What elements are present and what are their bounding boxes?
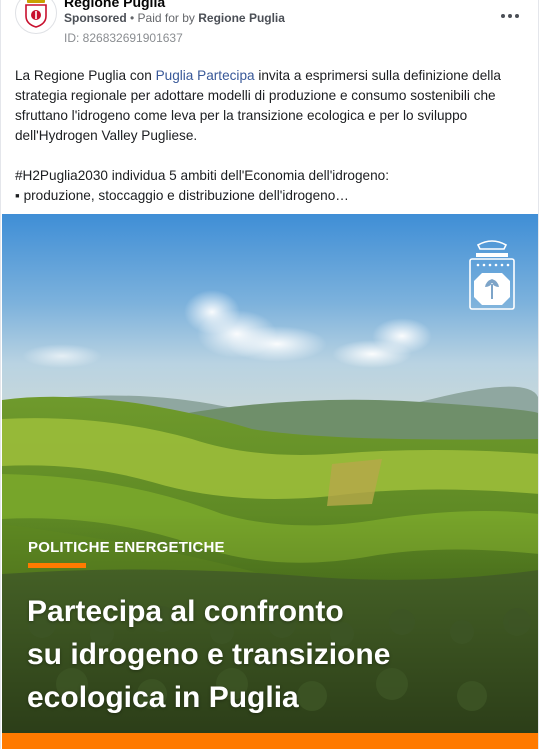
post-header: Regione Puglia Sponsored • Paid for by R…: [1, 0, 538, 56]
accent-bar: [2, 733, 538, 749]
sponsored-line: Sponsored • Paid for by Regione Puglia: [64, 11, 285, 25]
intro-paragraph: La Regione Puglia con Puglia Partecipa i…: [15, 68, 501, 143]
paid-for-prefix: • Paid for by: [130, 11, 195, 25]
paid-for-by-name[interactable]: Regione Puglia: [198, 11, 285, 25]
headline-line-1: Partecipa al confronto: [27, 595, 344, 628]
creative-headline: Partecipa al confronto su idrogeno e tra…: [27, 590, 507, 719]
page-name-link[interactable]: Regione Puglia: [64, 0, 165, 10]
more-dots-icon: [501, 14, 505, 18]
post-body-text: La Regione Puglia con Puglia Partecipa i…: [15, 66, 525, 206]
puglia-partecipa-link[interactable]: Puglia Partecipa: [156, 68, 255, 83]
hashtag-line: #H2Puglia2030 individua 5 ambiti dell'Ec…: [15, 168, 389, 183]
sponsored-label: Sponsored: [64, 11, 127, 25]
bullet-line: ▪ produzione, stoccaggio e distribuzione…: [15, 188, 349, 203]
regione-puglia-crest-icon: [25, 0, 47, 28]
more-options-button[interactable]: [498, 6, 522, 26]
page-avatar[interactable]: [15, 0, 57, 34]
ad-id: ID: 826832691901637: [64, 31, 183, 45]
kicker-underline: [28, 563, 86, 568]
headline-line-2: su idrogeno e transizione: [27, 638, 391, 671]
sponsored-post-card: Regione Puglia Sponsored • Paid for by R…: [0, 0, 539, 749]
headline-line-3: ecologica in Puglia: [27, 681, 299, 714]
regione-puglia-crest-icon: [469, 240, 515, 310]
creative-kicker: POLITICHE ENERGETICHE: [28, 539, 225, 556]
